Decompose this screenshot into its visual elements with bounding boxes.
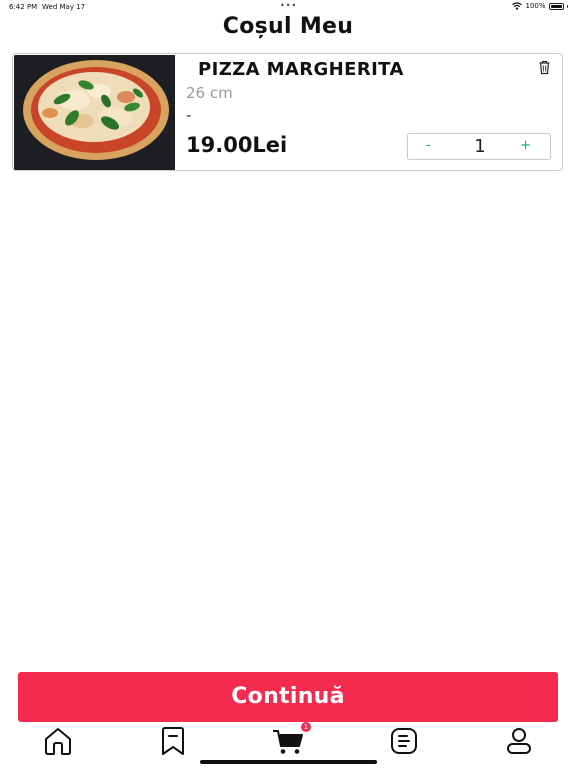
status-right: 100% <box>512 2 568 10</box>
cart-count-badge: 1 <box>301 722 311 732</box>
home-icon <box>45 728 71 755</box>
pizza-image <box>14 55 175 170</box>
status-bar: 6:42 PM Wed May 17 ••• 100% <box>0 0 576 14</box>
wifi-icon <box>512 2 523 10</box>
product-extras: - <box>186 106 192 124</box>
pizza-illustration <box>14 55 175 170</box>
tab-favorites[interactable] <box>157 725 189 757</box>
home-indicator <box>200 760 377 764</box>
tab-cart[interactable] <box>272 725 304 757</box>
bookmark-icon <box>162 727 184 755</box>
tab-profile[interactable] <box>503 725 535 757</box>
delete-item-button[interactable] <box>538 60 551 75</box>
product-size: 26 cm <box>186 84 233 102</box>
multitasking-dots-icon[interactable]: ••• <box>280 1 297 10</box>
battery-icon <box>548 2 564 10</box>
profile-icon <box>507 728 531 754</box>
status-time: 6:42 PM <box>9 3 38 11</box>
status-date: Wed May 17 <box>42 3 86 11</box>
tab-home[interactable] <box>42 725 74 757</box>
continue-button[interactable]: Continuă <box>18 672 558 722</box>
trash-icon <box>539 60 550 75</box>
cart-item-card: PIZZA MARGHERITA 26 cm - 19.00Lei - 1 + <box>12 53 563 171</box>
page-title: Coșul Meu <box>222 14 354 39</box>
increase-quantity-button[interactable]: + <box>520 138 531 153</box>
battery-tip <box>566 4 568 8</box>
product-name: PIZZA MARGHERITA <box>198 59 404 80</box>
product-price: 19.00Lei <box>186 133 288 157</box>
battery-percent: 100% <box>525 2 546 10</box>
quantity-stepper: - 1 + <box>407 133 551 160</box>
tab-orders[interactable] <box>388 725 420 757</box>
orders-icon <box>391 728 417 754</box>
cart-icon <box>273 730 303 754</box>
